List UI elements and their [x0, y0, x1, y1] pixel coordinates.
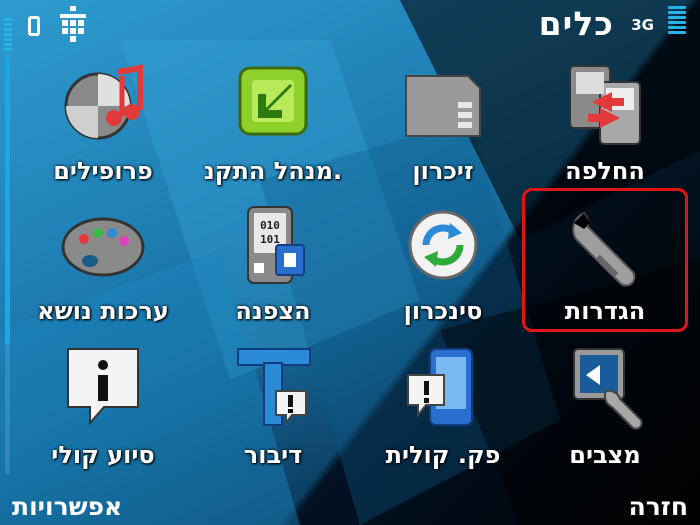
menu-item-label: מצבים [569, 441, 641, 469]
menu-item-profiles[interactable]: פרופילים [18, 62, 188, 202]
menu-item-modes[interactable]: מצבים [520, 345, 690, 485]
back-softkey[interactable]: חזרה [629, 492, 688, 521]
menu-item-label: סינכרון [403, 297, 483, 325]
menu-item-speech[interactable]: דיבור [188, 345, 358, 485]
menu-item-label: פרופילים [53, 157, 153, 185]
menu-item-label: זיכרון [412, 157, 474, 185]
phone-icon [28, 16, 40, 36]
usb-connection-icon [60, 6, 86, 42]
scrollbar[interactable] [5, 55, 10, 475]
settings-wrench-icon [572, 211, 636, 287]
menu-item-label: דיבור [243, 441, 303, 469]
voice-command-icon [407, 348, 473, 426]
modes-icon [573, 348, 643, 430]
themes-palette-icon [61, 217, 145, 277]
phone-screen: כלים 3G החלפה זיכרון מנהל התקנ. פרופילים… [0, 0, 700, 525]
voice-aid-icon [67, 348, 139, 426]
menu-item-switch[interactable]: החלפה [520, 62, 690, 202]
sync-icon [408, 210, 478, 280]
menu-item-label: סיוע קולי [51, 441, 155, 469]
svg-text:010: 010 [260, 219, 280, 232]
menu-item-label: הצפנה [235, 297, 311, 325]
menu-item-sync[interactable]: סינכרון [358, 205, 528, 345]
memory-card-icon [405, 75, 481, 137]
menu-item-settings[interactable]: הגדרות [520, 205, 690, 345]
menu-item-label: החלפה [565, 157, 645, 185]
menu-item-voice-command[interactable]: פק. קולית [358, 345, 528, 485]
encryption-icon: 010 101 [247, 206, 305, 284]
profiles-icon [64, 64, 143, 140]
menu-item-memory[interactable]: זיכרון [358, 62, 528, 202]
app-title: כלים [538, 4, 614, 43]
switch-icon [569, 65, 641, 145]
app-manager-icon [238, 66, 308, 136]
menu-item-label: פק. קולית [385, 441, 501, 469]
menu-item-label: הגדרות [564, 297, 646, 325]
menu-item-app-manager[interactable]: מנהל התקנ. [188, 62, 358, 202]
speech-icon [237, 348, 311, 426]
menu-item-themes[interactable]: ערכות נושא [18, 205, 188, 345]
network-type: 3G [631, 16, 654, 34]
scrollbar-thumb[interactable] [5, 55, 10, 345]
options-softkey[interactable]: אפשרויות [12, 492, 122, 521]
status-bar: כלים 3G [0, 0, 700, 44]
menu-item-encryption[interactable]: 010 101 הצפנה [188, 205, 358, 345]
menu-item-voice-aid[interactable]: סיוע קולי [18, 345, 188, 485]
menu-item-label: ערכות נושא [37, 297, 169, 325]
signal-strength-icon [668, 6, 686, 38]
svg-text:101: 101 [260, 233, 280, 246]
menu-item-label: מנהל התקנ. [203, 157, 343, 185]
